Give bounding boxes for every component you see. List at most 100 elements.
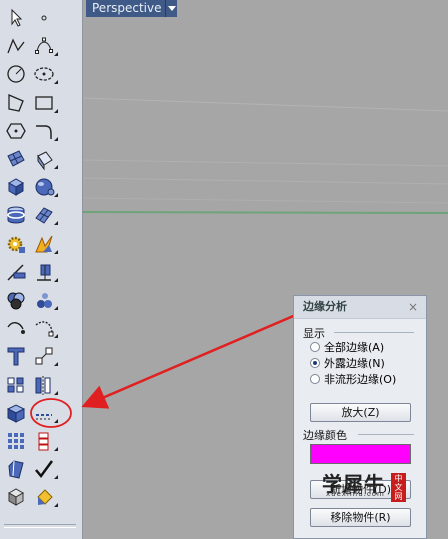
toolbar-button[interactable] xyxy=(29,7,59,29)
toolbar-button[interactable] xyxy=(29,176,59,198)
ellipse-icon xyxy=(34,67,54,82)
watermark-seal: 中文网 xyxy=(391,473,406,502)
toolbar-button[interactable] xyxy=(29,402,59,424)
display-label: 显示 xyxy=(303,327,325,340)
polygon-icon xyxy=(8,93,24,112)
toolbar-button[interactable] xyxy=(29,261,59,283)
radio-non-manifold-edges[interactable]: 非流形边缘(O) xyxy=(310,372,396,386)
polygon-center-icon xyxy=(6,123,26,139)
cube-render-icon xyxy=(7,488,25,507)
trim-icon xyxy=(7,264,26,281)
radio-label: 全部边缘(A) xyxy=(324,341,385,354)
extrude-surface-icon xyxy=(37,151,53,171)
toolbar-button[interactable] xyxy=(1,92,31,114)
toolbar-button[interactable] xyxy=(1,289,31,311)
flyout-indicator-icon xyxy=(54,277,58,282)
rebuild-curve-icon xyxy=(35,321,54,337)
toolbar-button[interactable] xyxy=(1,486,31,508)
text-object-icon xyxy=(7,347,25,366)
toolbar-button[interactable] xyxy=(29,289,59,311)
radio-icon xyxy=(310,374,320,384)
radio-icon xyxy=(310,342,320,352)
toolbar-button[interactable] xyxy=(1,261,31,283)
toolbar-button[interactable] xyxy=(1,204,31,226)
left-toolbar xyxy=(0,0,83,539)
surface-from-points-icon xyxy=(7,150,25,167)
flyout-indicator-icon xyxy=(54,249,58,254)
toolbar-button[interactable] xyxy=(29,35,59,57)
toolbar-button[interactable] xyxy=(1,317,31,339)
polyline-icon xyxy=(7,38,25,54)
watermark-site: xuexiniu.com xyxy=(326,490,385,498)
toolbar-button[interactable] xyxy=(1,233,31,255)
toolbar-button[interactable] xyxy=(1,430,31,452)
rectangle-icon xyxy=(35,95,53,110)
mirror-icon xyxy=(35,375,51,395)
edge-color-swatch[interactable] xyxy=(310,444,411,464)
toolbar-button[interactable] xyxy=(1,176,31,198)
edge-color-label: 边缘颜色 xyxy=(303,429,347,442)
toolbar-button[interactable] xyxy=(29,148,59,171)
join-spheres-icon xyxy=(37,293,52,308)
toolbar-button[interactable] xyxy=(29,92,59,114)
flyout-indicator-icon xyxy=(54,80,58,85)
gear-transform-icon xyxy=(7,236,25,253)
toolbar-button[interactable] xyxy=(1,120,31,142)
array-blocks-icon xyxy=(7,377,24,393)
toolbar-button[interactable] xyxy=(29,458,59,480)
sphere-solid-icon xyxy=(35,178,55,196)
circle-icon xyxy=(7,65,25,84)
radio-label: 非流形边缘(O) xyxy=(324,373,397,386)
toolbar-button[interactable] xyxy=(1,63,31,85)
toolbar-button[interactable] xyxy=(29,63,59,85)
group-spheres-icon xyxy=(7,292,25,310)
toolbar-button[interactable] xyxy=(1,148,31,170)
panel-title: 边缘分析 xyxy=(294,296,426,319)
edge-analysis-dashed-icon xyxy=(36,413,52,420)
flyout-indicator-icon xyxy=(54,503,58,508)
cylinder-solid-icon xyxy=(7,206,25,224)
mesh-plane-icon xyxy=(35,207,53,225)
flyout-indicator-icon xyxy=(54,52,58,57)
radio-naked-edges[interactable]: 外露边缘(N) xyxy=(310,356,385,370)
control-point-curve-icon xyxy=(35,37,53,55)
toolbar-button[interactable] xyxy=(1,402,31,424)
toolbar-button[interactable] xyxy=(1,345,31,367)
checkmark-icon xyxy=(35,460,54,479)
toolbar-button[interactable] xyxy=(1,458,31,480)
flyout-indicator-icon xyxy=(54,362,58,367)
flyout-indicator-icon xyxy=(54,334,58,339)
edge-analysis-panel: 边缘分析 × 显示 全部边缘(A) 外露边缘(N) 非流形边缘(O) 放大(Z)… xyxy=(293,295,427,539)
toolbar-button[interactable] xyxy=(1,374,31,396)
toolbar-button[interactable] xyxy=(29,120,59,142)
zoom-button[interactable]: 放大(Z) xyxy=(310,403,411,422)
toolbar-button[interactable] xyxy=(29,317,59,339)
flyout-indicator-icon xyxy=(54,193,58,198)
grid-array-icon xyxy=(8,433,24,449)
toolbar-button[interactable] xyxy=(1,35,31,57)
select-pointer-icon xyxy=(11,8,23,27)
split-icon xyxy=(37,264,51,281)
close-icon[interactable]: × xyxy=(408,300,418,314)
flyout-indicator-icon xyxy=(54,418,58,423)
flyout-indicator-icon xyxy=(54,475,58,480)
toolbar-separator xyxy=(4,524,76,528)
flyout-indicator-icon xyxy=(54,165,58,169)
toolbar-button[interactable] xyxy=(29,486,59,508)
flyout-indicator-icon xyxy=(54,221,58,226)
box-solid-icon xyxy=(7,178,25,197)
remove-object-button[interactable]: 移除物件(R) xyxy=(310,508,411,527)
toolbar-button[interactable] xyxy=(1,7,31,29)
toolbar-button[interactable] xyxy=(29,204,59,226)
toolbar-button[interactable] xyxy=(29,374,59,396)
radio-label: 外露边缘(N) xyxy=(324,357,385,370)
curve-edit-icon xyxy=(7,322,25,335)
toolbar-button[interactable] xyxy=(29,430,59,452)
divider xyxy=(358,434,414,435)
radio-all-edges[interactable]: 全部边缘(A) xyxy=(310,340,384,354)
ground-plane-line xyxy=(83,211,448,214)
radio-checked-icon xyxy=(310,358,320,368)
toolbar-button[interactable] xyxy=(29,345,59,367)
toolbar-button[interactable] xyxy=(29,233,59,255)
flyout-indicator-icon xyxy=(54,447,58,451)
